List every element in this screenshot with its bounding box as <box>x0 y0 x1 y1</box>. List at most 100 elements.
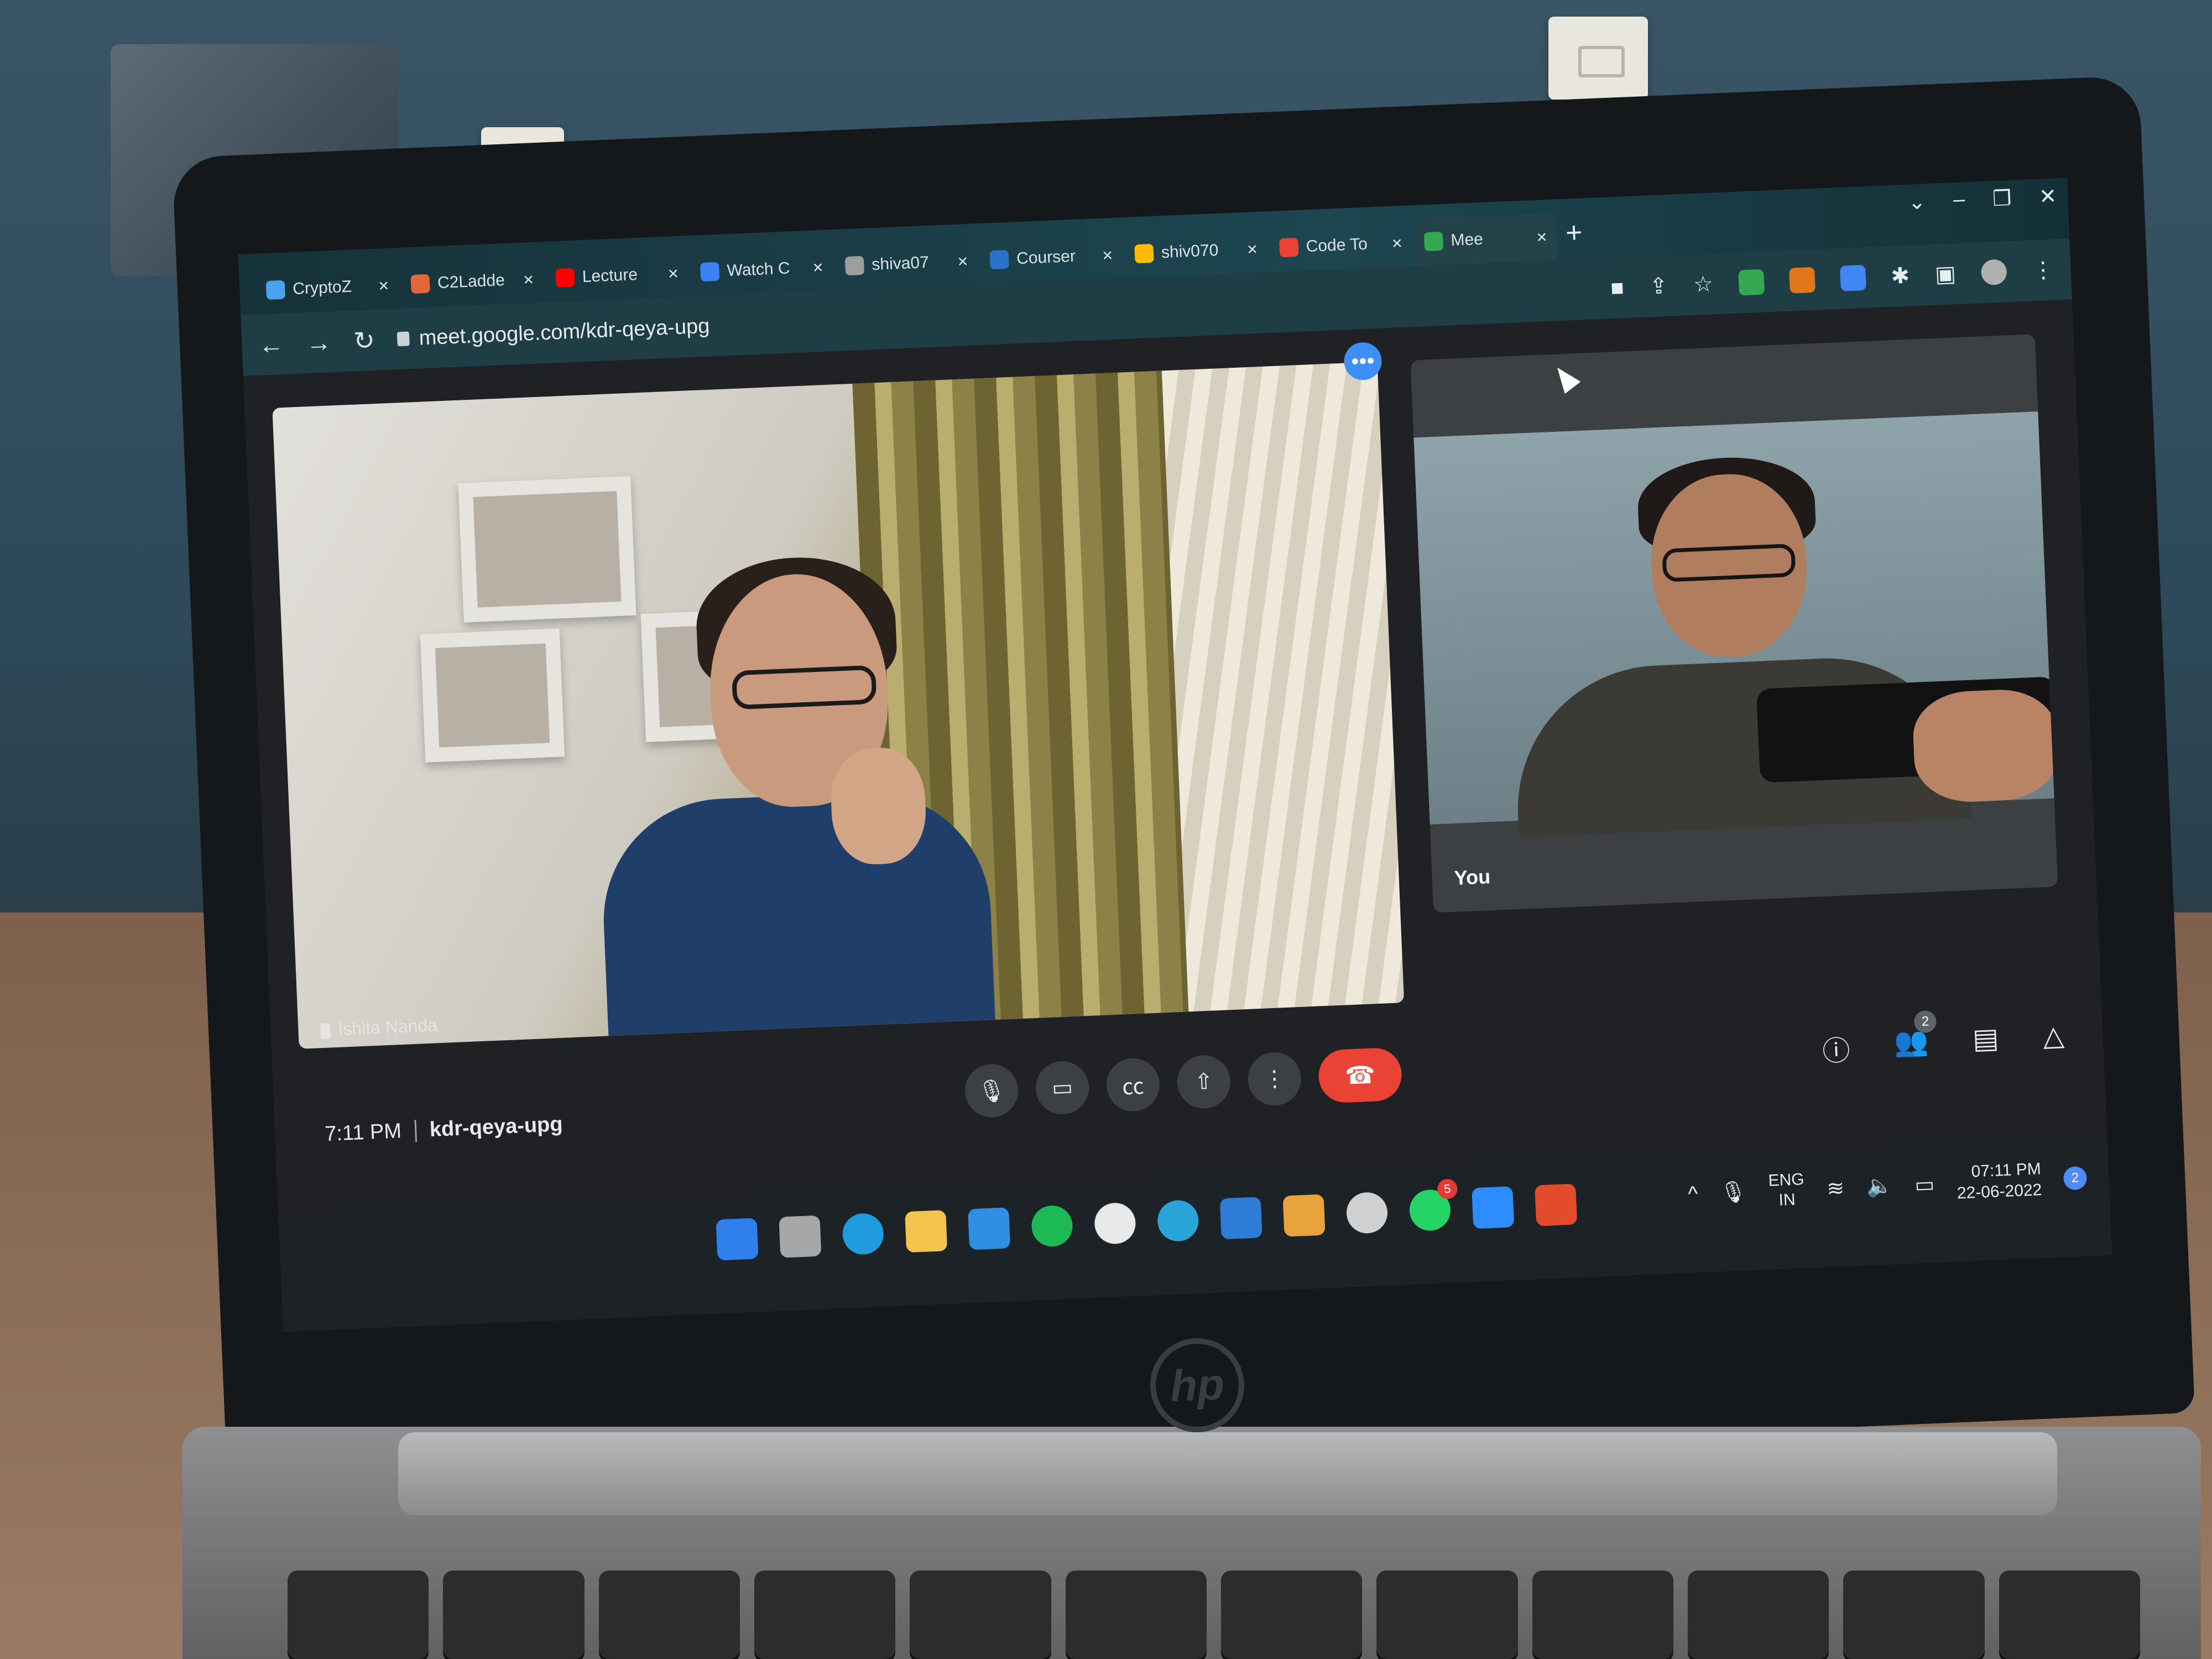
forward-icon[interactable]: → <box>305 327 332 358</box>
present-icon[interactable]: ⇧ <box>1176 1054 1232 1110</box>
chrome-icon[interactable] <box>1093 1202 1136 1245</box>
self-video-tile[interactable]: You <box>1410 334 2058 913</box>
participant-hand <box>829 746 928 867</box>
tab-search-icon[interactable]: ⌄ <box>1907 189 1927 215</box>
star-icon[interactable]: ☆ <box>1693 272 1714 298</box>
language-indicator[interactable]: ENG IN <box>1768 1170 1806 1211</box>
end-call-icon[interactable]: ☎ <box>1317 1047 1403 1104</box>
camera-icon[interactable]: ■ <box>1610 275 1625 301</box>
participant-video <box>589 554 995 1036</box>
edge-icon[interactable] <box>842 1212 885 1255</box>
browser-tab-active[interactable]: Mee × <box>1413 212 1558 267</box>
tab-close-icon[interactable]: × <box>523 269 534 290</box>
vscode-icon[interactable] <box>1219 1197 1262 1240</box>
browser-tab[interactable]: C2Ladde × <box>400 255 544 309</box>
fox-extension-icon[interactable] <box>1788 267 1815 294</box>
tab-close-icon[interactable]: × <box>667 263 679 284</box>
spotify-icon[interactable] <box>1030 1204 1074 1248</box>
app-icon[interactable] <box>1345 1191 1389 1234</box>
key <box>1843 1571 1985 1659</box>
more-options-icon[interactable]: ⋮ <box>1246 1051 1302 1107</box>
browser-tab[interactable]: Code To × <box>1269 218 1413 272</box>
self-video <box>1413 411 2058 838</box>
browser-tab[interactable]: Courser × <box>979 231 1123 284</box>
call-controls: 🎙 ▭ ㏄ ⇧ ⋮ ☎ <box>964 1047 1403 1119</box>
minimize-icon[interactable]: – <box>1953 187 1965 213</box>
close-window-icon[interactable]: ✕ <box>2038 184 2057 209</box>
browser-tab[interactable]: CryptoZ × <box>255 261 400 315</box>
browser-tab[interactable]: Watch C × <box>690 243 834 296</box>
telegram-icon[interactable] <box>1156 1199 1199 1243</box>
captions-icon[interactable]: ㏄ <box>1105 1057 1161 1113</box>
back-icon[interactable]: ← <box>258 329 284 360</box>
mic-tray-icon[interactable]: 🎙 <box>1719 1180 1747 1205</box>
info-icon[interactable]: ⓘ <box>1822 1028 1851 1069</box>
tab-favicon-icon <box>1423 231 1444 252</box>
tab-title: shiv070 <box>1161 241 1219 262</box>
start-icon[interactable] <box>716 1218 759 1261</box>
wifi-icon[interactable]: ≋ <box>1826 1176 1845 1201</box>
key <box>443 1571 585 1659</box>
zoom-icon[interactable] <box>1472 1186 1515 1229</box>
taskbar-apps: 5 <box>716 1178 1578 1261</box>
profile-avatar[interactable] <box>1980 259 2007 286</box>
menu-icon[interactable]: ⋮ <box>2032 257 2055 284</box>
battery-icon[interactable]: ▭ <box>1914 1172 1936 1197</box>
self-hand <box>1911 687 2058 804</box>
clock[interactable]: 07:11 PM 22-06-2022 <box>1956 1159 2043 1204</box>
key <box>754 1571 896 1659</box>
browser-tab[interactable]: shiv070 × <box>1124 225 1268 278</box>
volume-icon[interactable]: 🔈 <box>1866 1173 1893 1199</box>
pin-icon[interactable] <box>320 1022 331 1039</box>
main-video-tile[interactable]: Ishita Nanda <box>272 362 1405 1049</box>
mail-icon[interactable] <box>968 1207 1011 1250</box>
shield-extension-icon[interactable] <box>1738 269 1765 296</box>
meet-stage: Ishita Nanda ••• You 7:11 PM kdr-qeya-up… <box>243 299 2107 1216</box>
tab-title: C2Ladde <box>437 271 505 293</box>
people-icon[interactable]: 👥 2 <box>1893 1010 1937 1066</box>
reload-icon[interactable]: ↻ <box>353 325 375 356</box>
side-panel-icon[interactable]: ▣ <box>1934 261 1957 288</box>
sublime-icon[interactable] <box>1282 1194 1326 1237</box>
key <box>1376 1571 1518 1659</box>
tab-title: Mee <box>1450 229 1484 250</box>
key <box>1220 1571 1363 1659</box>
url-text: meet.google.com/kdr-qeya-upg <box>418 314 711 350</box>
tab-close-icon[interactable]: × <box>1536 227 1547 248</box>
participant-name: Ishita Nanda <box>337 1015 438 1039</box>
whatsapp-icon[interactable]: 5 <box>1408 1178 1458 1232</box>
chat-icon[interactable]: ▤ <box>1972 1022 2000 1063</box>
file-explorer-icon[interactable] <box>905 1210 948 1253</box>
tab-close-icon[interactable]: × <box>812 257 823 278</box>
brave-icon[interactable] <box>1535 1183 1578 1227</box>
tab-close-icon[interactable]: × <box>957 251 968 272</box>
self-glasses <box>1662 543 1796 582</box>
camera-icon[interactable]: ▭ <box>1035 1060 1091 1116</box>
chevron-up-icon[interactable]: ^ <box>1688 1182 1699 1207</box>
tab-close-icon[interactable]: × <box>1246 238 1258 259</box>
tab-close-icon[interactable]: × <box>1391 233 1402 254</box>
restore-icon[interactable]: ❐ <box>1992 186 2012 211</box>
tab-title: Code To <box>1306 234 1368 256</box>
key <box>910 1571 1051 1659</box>
puzzle-icon[interactable]: ✱ <box>1891 263 1910 289</box>
browser-tab[interactable]: Lecture × <box>545 249 689 302</box>
k-extension-icon[interactable] <box>1839 264 1866 291</box>
new-tab-button[interactable]: + <box>1565 216 1583 249</box>
notification-badge[interactable]: 2 <box>2063 1166 2088 1191</box>
tab-close-icon[interactable]: × <box>1102 244 1113 265</box>
tab-close-icon[interactable]: × <box>378 275 389 296</box>
key <box>1065 1571 1207 1659</box>
mic-icon[interactable]: 🎙 <box>964 1063 1020 1119</box>
activities-icon[interactable]: △ <box>2042 1019 2065 1060</box>
task-view-icon[interactable] <box>779 1215 822 1258</box>
keyboard-row <box>288 1571 2140 1659</box>
browser-tab[interactable]: shiva07 × <box>834 237 979 290</box>
meeting-info: 7:11 PM kdr-qeya-upg <box>324 1113 563 1146</box>
tab-title: Courser <box>1016 247 1076 268</box>
share-icon[interactable]: ⇪ <box>1649 273 1668 299</box>
wall-shelf <box>420 628 565 763</box>
tab-title: Watch C <box>726 259 791 280</box>
lace-curtain <box>1161 362 1405 1012</box>
self-label: You <box>1453 865 1491 890</box>
